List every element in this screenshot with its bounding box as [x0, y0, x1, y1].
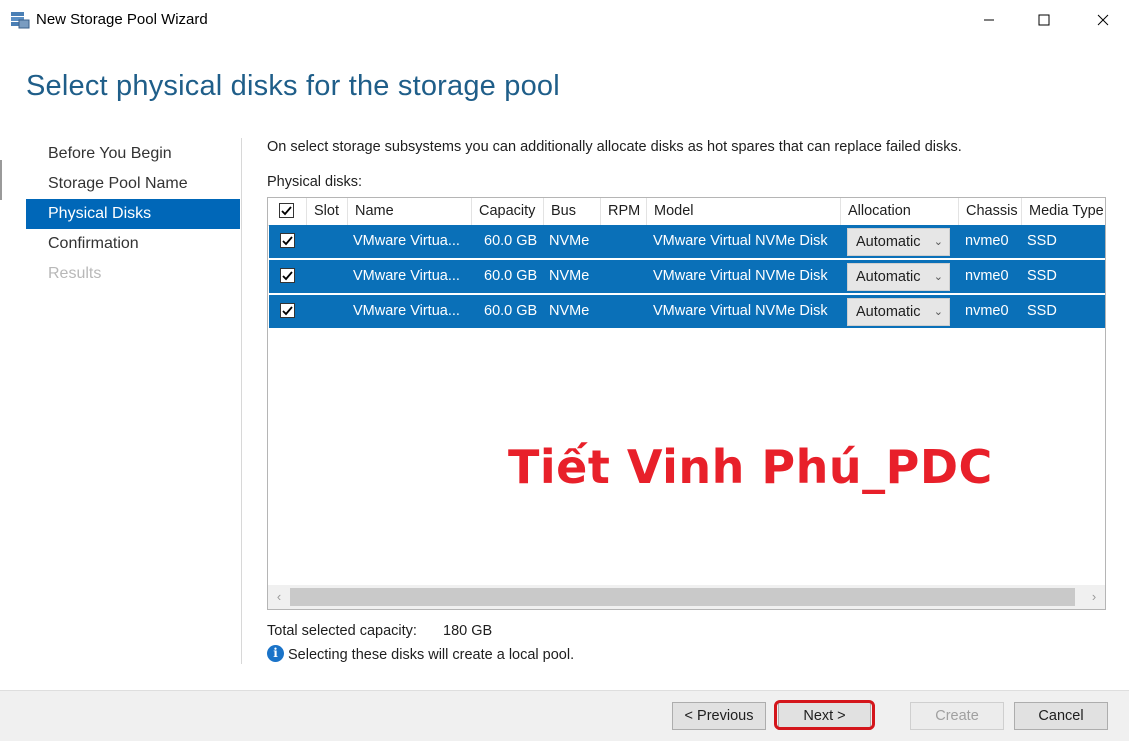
cell-capacity: 60.0 GB [484, 268, 538, 284]
nav-item-before-you-begin[interactable]: Before You Begin [26, 139, 240, 169]
cell-bus: NVMe [549, 303, 590, 319]
description-text: On select storage subsystems you can add… [267, 139, 962, 155]
maximize-button[interactable] [1021, 0, 1067, 40]
close-icon [1097, 14, 1109, 26]
cell-name: VMware Virtua... [353, 303, 460, 319]
physical-disks-grid: Slot Name Capacity Bus RPM Model Allocat… [267, 197, 1106, 610]
column-header-capacity[interactable]: Capacity [471, 198, 543, 225]
column-header-model[interactable]: Model [646, 198, 840, 225]
scroll-right-icon[interactable]: › [1083, 585, 1105, 609]
minimize-icon [984, 19, 994, 21]
cell-chassis: nvme0 [965, 233, 1009, 249]
cell-name: VMware Virtua... [353, 268, 460, 284]
total-capacity-value: 180 GB [443, 623, 493, 639]
cell-bus: NVMe [549, 233, 590, 249]
physical-disks-label: Physical disks: [267, 174, 363, 190]
horizontal-scrollbar[interactable]: ‹ › [268, 585, 1105, 609]
cell-chassis: nvme0 [965, 303, 1009, 319]
nav-item-results: Results [48, 265, 102, 282]
checkmark-icon [282, 306, 293, 316]
nav-item-physical-disks[interactable]: Physical Disks [26, 199, 240, 229]
cell-media-type: SSD [1027, 268, 1057, 284]
row-checkbox[interactable] [280, 268, 295, 283]
watermark-text: Tiết Vinh Phú_PDC [508, 440, 993, 494]
cell-model: VMware Virtual NVMe Disk [653, 268, 828, 284]
column-header-bus[interactable]: Bus [543, 198, 601, 225]
column-header-rpm[interactable]: RPM [600, 198, 645, 225]
nav-item-storage-pool-name[interactable]: Storage Pool Name [26, 169, 240, 199]
checkmark-icon [281, 206, 292, 216]
cell-name: VMware Virtua... [353, 233, 460, 249]
minimize-button[interactable] [966, 0, 1012, 40]
total-capacity-label: Total selected capacity: [267, 623, 417, 639]
window-edge-marker [0, 160, 2, 200]
checkmark-icon [282, 271, 293, 281]
column-header-slot[interactable]: Slot [306, 198, 345, 225]
close-button[interactable] [1080, 0, 1126, 40]
allocation-dropdown[interactable]: Automatic ⌄ [847, 298, 950, 326]
create-button: Create [910, 702, 1004, 730]
cell-capacity: 60.0 GB [484, 233, 538, 249]
allocation-dropdown[interactable]: Automatic ⌄ [847, 263, 950, 291]
table-row[interactable]: VMware Virtua... 60.0 GB NVMe VMware Vir… [269, 260, 1105, 293]
info-message: Selecting these disks will create a loca… [288, 647, 575, 663]
cell-chassis: nvme0 [965, 268, 1009, 284]
next-button-highlight [774, 700, 875, 730]
allocation-dropdown[interactable]: Automatic ⌄ [847, 228, 950, 256]
window-title: New Storage Pool Wizard [36, 11, 208, 28]
cell-media-type: SSD [1027, 303, 1057, 319]
table-row[interactable]: VMware Virtua... 60.0 GB NVMe VMware Vir… [269, 295, 1105, 328]
row-checkbox[interactable] [280, 303, 295, 318]
previous-button[interactable]: < Previous [672, 702, 766, 730]
allocation-value: Automatic [856, 234, 921, 250]
cell-model: VMware Virtual NVMe Disk [653, 233, 828, 249]
table-row[interactable]: VMware Virtua... 60.0 GB NVMe VMware Vir… [269, 225, 1105, 258]
info-icon: i [267, 645, 284, 662]
column-header-chassis[interactable]: Chassis [958, 198, 1021, 225]
cell-media-type: SSD [1027, 233, 1057, 249]
chevron-down-icon: ⌄ [933, 236, 943, 248]
checkmark-icon [282, 236, 293, 246]
column-header-allocation[interactable]: Allocation [840, 198, 958, 225]
row-checkbox[interactable] [280, 233, 295, 248]
cell-model: VMware Virtual NVMe Disk [653, 303, 828, 319]
nav-divider [241, 138, 242, 664]
grid-header: Slot Name Capacity Bus RPM Model Allocat… [268, 198, 1105, 226]
storage-pool-app-icon [10, 10, 30, 30]
column-header-name[interactable]: Name [347, 198, 471, 225]
column-header-media-type[interactable]: Media Type [1021, 198, 1105, 225]
allocation-value: Automatic [856, 269, 921, 285]
scrollbar-thumb[interactable] [290, 588, 1075, 606]
nav-item-confirmation[interactable]: Confirmation [26, 229, 240, 259]
cell-bus: NVMe [549, 268, 590, 284]
select-all-checkbox[interactable] [279, 203, 294, 218]
chevron-down-icon: ⌄ [933, 271, 943, 283]
cell-capacity: 60.0 GB [484, 303, 538, 319]
allocation-value: Automatic [856, 304, 921, 320]
scroll-left-icon[interactable]: ‹ [268, 585, 290, 609]
chevron-down-icon: ⌄ [933, 306, 943, 318]
maximize-icon [1038, 14, 1050, 26]
cancel-button[interactable]: Cancel [1014, 702, 1108, 730]
page-heading: Select physical disks for the storage po… [26, 70, 560, 102]
